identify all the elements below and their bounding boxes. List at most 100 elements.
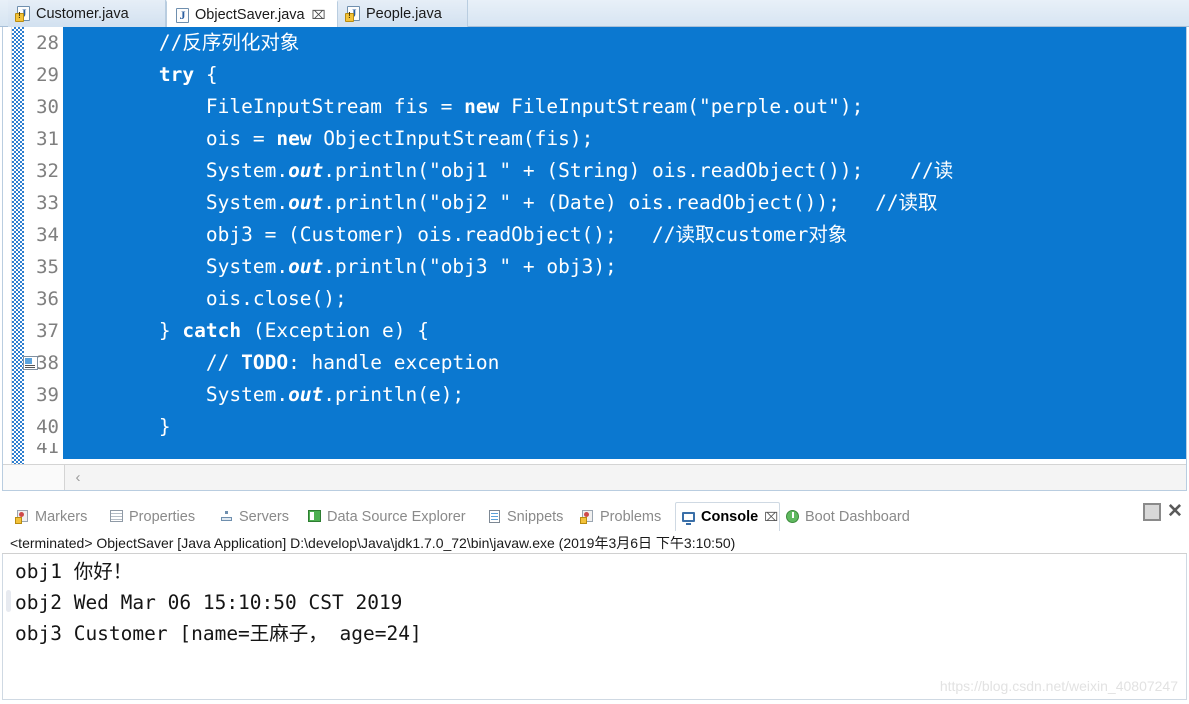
code-keyword: try — [158, 63, 195, 86]
panel-tab-label: Servers — [239, 508, 289, 525]
code-line[interactable]: System.out.println(e); — [63, 379, 1186, 411]
editor-tab-label: ObjectSaver.java — [195, 7, 305, 23]
line-number: 31 — [36, 128, 59, 150]
line-number: 29 — [36, 64, 59, 86]
line-number-column: 28 29 30 31 32 33 34 35 36 37 38 39 40 41 — [24, 27, 63, 490]
code-line[interactable]: ois = new ObjectInputStream(fis); — [63, 123, 1186, 155]
boot-dashboard-icon — [785, 509, 800, 524]
code-text: // — [65, 351, 242, 374]
annotation-ruler[interactable] — [12, 27, 24, 490]
line-number: 28 — [36, 32, 59, 54]
minimize-panel-button[interactable] — [1143, 503, 1161, 521]
code-text: System. — [65, 255, 289, 278]
line-number: 36 — [36, 288, 59, 310]
line-number: 32 — [36, 160, 59, 182]
line-number: 33 — [36, 192, 59, 214]
panel-tab-bar: Markers Properties Servers Data Source Expl… — [2, 502, 1187, 531]
code-text: FileInputStream fis = — [65, 95, 465, 118]
close-panel-tab-icon[interactable]: ⌧ — [764, 510, 778, 524]
console-output-area[interactable]: obj1 你好！ obj2 Wed Mar 06 15:10:50 CST 201… — [2, 554, 1187, 700]
code-field: out — [288, 159, 324, 182]
markers-icon — [15, 509, 30, 524]
code-text: } — [65, 319, 183, 342]
code-keyword: new — [464, 95, 500, 118]
code-text: ObjectInputStream(fis); — [311, 127, 594, 150]
problems-icon — [580, 509, 595, 524]
java-file-icon: J — [175, 7, 190, 23]
code-text: .println("obj3 " + obj3); — [323, 255, 617, 278]
panel-tab-servers[interactable]: Servers — [214, 502, 302, 531]
code-line[interactable]: System.out.println("obj2 " + (Date) ois.… — [63, 187, 1186, 219]
code-text: System. — [65, 191, 289, 214]
code-line[interactable]: } catch (Exception e) { — [63, 315, 1186, 347]
code-text-area[interactable]: //反序列化对象 try { FileInputStream fis = new… — [63, 27, 1186, 490]
console-output-line: obj3 Customer [name=王麻子， age=24] — [15, 622, 422, 645]
close-tab-icon[interactable]: ⌧ — [312, 9, 326, 21]
console-output-line: obj2 Wed Mar 06 15:10:50 CST 2019 — [15, 591, 403, 614]
code-line[interactable]: } — [63, 411, 1186, 443]
code-text: FileInputStream("perple.out"); — [499, 95, 864, 118]
code-text: System. — [65, 159, 289, 182]
panel-tab-boot-dashboard[interactable]: Boot Dashboard — [780, 502, 925, 531]
panel-tab-console[interactable]: Console ⌧ — [675, 502, 780, 531]
code-line[interactable]: FileInputStream fis = new FileInputStrea… — [63, 91, 1186, 123]
editor-tab-customer-java[interactable]: J Customer.java — [8, 0, 166, 27]
servers-icon — [219, 509, 234, 524]
close-panel-icon[interactable]: ✕ — [1166, 502, 1184, 521]
code-text: System. — [65, 383, 289, 406]
code-line[interactable]: //反序列化对象 — [63, 27, 1186, 59]
code-keyword: TODO — [241, 351, 289, 374]
panel-tab-label: Data Source Explorer — [327, 508, 466, 525]
panel-tab-properties[interactable]: Properties — [104, 502, 214, 531]
editor-tab-label: Customer.java — [36, 5, 129, 22]
scroll-left-arrow-icon[interactable]: ‹ — [66, 465, 90, 490]
console-output-lines: obj1 你好！ obj2 Wed Mar 06 15:10:50 CST 201… — [15, 556, 1184, 649]
code-text: { — [194, 63, 218, 86]
panel-tab-problems[interactable]: Problems — [575, 502, 675, 531]
code-editor[interactable]: 28 29 30 31 32 33 34 35 36 37 38 39 40 41 //反序列化对象 tr… — [0, 27, 1189, 491]
line-number: 35 — [36, 256, 59, 278]
line-number: 30 — [36, 96, 59, 118]
panel-tab-label: Boot Dashboard — [805, 508, 910, 525]
editor-tab-label: People.java — [366, 5, 442, 22]
code-line[interactable]: // TODO: handle exception — [63, 347, 1186, 379]
code-text: ois = — [65, 127, 277, 150]
code-text: obj3 = (Customer) ois.readObject(); //读取… — [65, 223, 848, 246]
panel-tab-label: Console — [701, 509, 759, 525]
panel-tab-data-source-explorer[interactable]: Data Source Explorer — [302, 502, 482, 531]
code-keyword: new — [276, 127, 312, 150]
panel-tab-snippets[interactable]: Snippets — [482, 502, 575, 531]
code-field: out — [288, 191, 324, 214]
console-left-rail — [3, 554, 13, 699]
code-text: .println("obj1 " + (String) ois.readObje… — [323, 159, 954, 182]
code-field: out — [288, 383, 324, 406]
editor-gutter[interactable]: 28 29 30 31 32 33 34 35 36 37 38 39 40 41 — [3, 27, 63, 490]
editor-scrollbar-thumb[interactable] — [3, 465, 65, 490]
code-line[interactable]: System.out.println("obj1 " + (String) oi… — [63, 155, 1186, 187]
panel-tab-markers[interactable]: Markers — [10, 502, 104, 531]
java-file-warning-icon: J — [345, 6, 361, 22]
code-line[interactable]: obj3 = (Customer) ois.readObject(); //读取… — [63, 219, 1186, 251]
line-number: 39 — [36, 384, 59, 406]
line-number: 41 — [36, 443, 59, 458]
code-line[interactable]: ois.close(); — [63, 283, 1186, 315]
bottom-panel: Markers Properties Servers Data Source Expl… — [0, 497, 1189, 704]
code-text: //反序列化对象 — [65, 31, 300, 54]
code-line[interactable]: System.out.println("obj3 " + obj3); — [63, 251, 1186, 283]
code-keyword: catch — [182, 319, 242, 342]
console-icon — [681, 510, 696, 525]
panel-tab-label: Snippets — [507, 508, 564, 525]
editor-tab-objectsaver-java[interactable]: J ObjectSaver.java ⌧ — [166, 0, 338, 28]
console-output-line: obj1 你好！ — [15, 560, 133, 583]
editor-tab-people-java[interactable]: J People.java — [338, 0, 468, 27]
code-text: } — [65, 415, 171, 438]
code-line[interactable] — [63, 443, 1186, 459]
code-field: out — [288, 255, 324, 278]
code-line[interactable]: try { — [63, 59, 1186, 91]
console-process-header: <terminated> ObjectSaver [Java Applicati… — [10, 535, 736, 551]
editor-horizontal-scrollbar[interactable]: ‹ — [3, 464, 1186, 490]
panel-tab-label: Markers — [35, 508, 88, 525]
watermark-text: https://blog.csdn.net/weixin_40807247 — [939, 678, 1178, 694]
todo-task-icon[interactable] — [23, 356, 38, 370]
code-text: ois.close(); — [65, 287, 347, 310]
